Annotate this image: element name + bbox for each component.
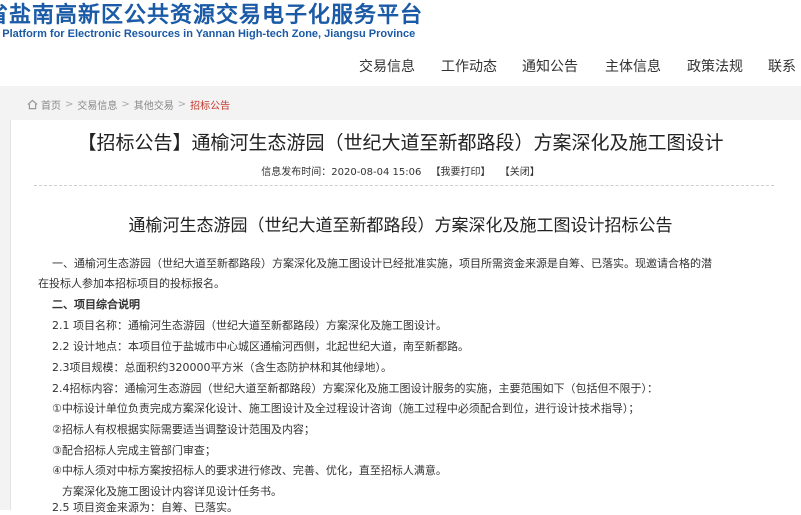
breadcrumb-separator-icon: > xyxy=(65,98,74,110)
paragraph: 2.5 项目资金来源为：自筹、已落实。 xyxy=(52,501,238,514)
breadcrumb: 首页 > 交易信息 > 其他交易 > 招标公告 xyxy=(27,97,231,112)
site-header: 省盐南高新区公共资源交易电子化服务平台 al Platform for Elec… xyxy=(0,0,801,86)
section-heading: 二、项目综合说明 xyxy=(52,298,140,311)
divider xyxy=(34,185,774,186)
paragraph: ②招标人有权根据实际需要适当调整设计范围及内容； xyxy=(52,423,315,436)
breadcrumb-current: 招标公告 xyxy=(190,100,231,112)
print-link[interactable]: 【我要打印】 xyxy=(431,167,491,178)
article-title: 【招标公告】通榆河生态游园（世纪大道至新都路段）方案深化及施工图设计 xyxy=(77,132,724,154)
paragraph: 2.1 项目名称：通榆河生态游园（世纪大道至新都路段）方案深化及施工图设计。 xyxy=(52,319,447,332)
nav-item-entity-info[interactable]: 主体信息 xyxy=(605,56,661,76)
nav-item-contact[interactable]: 联系 xyxy=(768,56,796,76)
document-heading: 通榆河生态游园（世纪大道至新都路段）方案深化及施工图设计招标公告 xyxy=(128,216,673,236)
paragraph: ④中标人须对中标方案按招标人的要求进行修改、完善、优化，直至招标人满意。 xyxy=(52,464,447,477)
breadcrumb-other-trading[interactable]: 其他交易 xyxy=(134,97,174,112)
article-meta: 信息发布时间：2020-08-04 15:06 【我要打印】 【关闭】 xyxy=(0,163,801,178)
home-icon xyxy=(27,99,38,109)
paragraph: 在投标人参加本招标项目的投标报名。 xyxy=(38,277,225,290)
publish-date: 信息发布时间：2020-08-04 15:06 xyxy=(261,167,422,178)
paragraph: 2.2 设计地点：本项目位于盐城市中心城区通榆河西侧，北起世纪大道，南至新都路。 xyxy=(52,340,469,353)
nav-item-policies[interactable]: 政策法规 xyxy=(687,56,743,76)
paragraph: 2.3项目规模：总面积约320000平方米（含生态防护林和其他绿地）。 xyxy=(52,361,392,374)
paragraph: 2.4招标内容：通榆河生态游园（世纪大道至新都路段）方案深化及施工图设计服务的实… xyxy=(52,382,658,395)
site-title: 省盐南高新区公共资源交易电子化服务平台 xyxy=(0,3,424,28)
nav-item-notices[interactable]: 通知公告 xyxy=(522,56,578,76)
main-nav: 交易信息 工作动态 通知公告 主体信息 政策法规 联系 xyxy=(0,56,801,78)
nav-item-work-news[interactable]: 工作动态 xyxy=(441,56,497,76)
breadcrumb-home[interactable]: 首页 xyxy=(41,97,61,112)
nav-item-trading-info[interactable]: 交易信息 xyxy=(359,56,415,76)
close-link[interactable]: 【关闭】 xyxy=(500,167,540,178)
breadcrumb-separator-icon: > xyxy=(177,98,187,110)
paragraph: 方案深化及施工图设计内容详见设计任务书。 xyxy=(62,485,282,498)
paragraph: 一、通榆河生态游园（世纪大道至新都路段）方案深化及施工图设计已经批准实施，项目所… xyxy=(52,257,712,270)
paragraph: ①中标设计单位负责完成方案深化设计、施工图设计及全过程设计咨询（施工过程中必须配… xyxy=(52,402,640,415)
breadcrumb-trading-info[interactable]: 交易信息 xyxy=(77,97,117,112)
breadcrumb-separator-icon: > xyxy=(121,98,130,110)
paragraph: ③配合招标人完成主管部门审查； xyxy=(52,444,216,457)
site-subtitle: al Platform for Electronic Resources in … xyxy=(0,28,416,40)
